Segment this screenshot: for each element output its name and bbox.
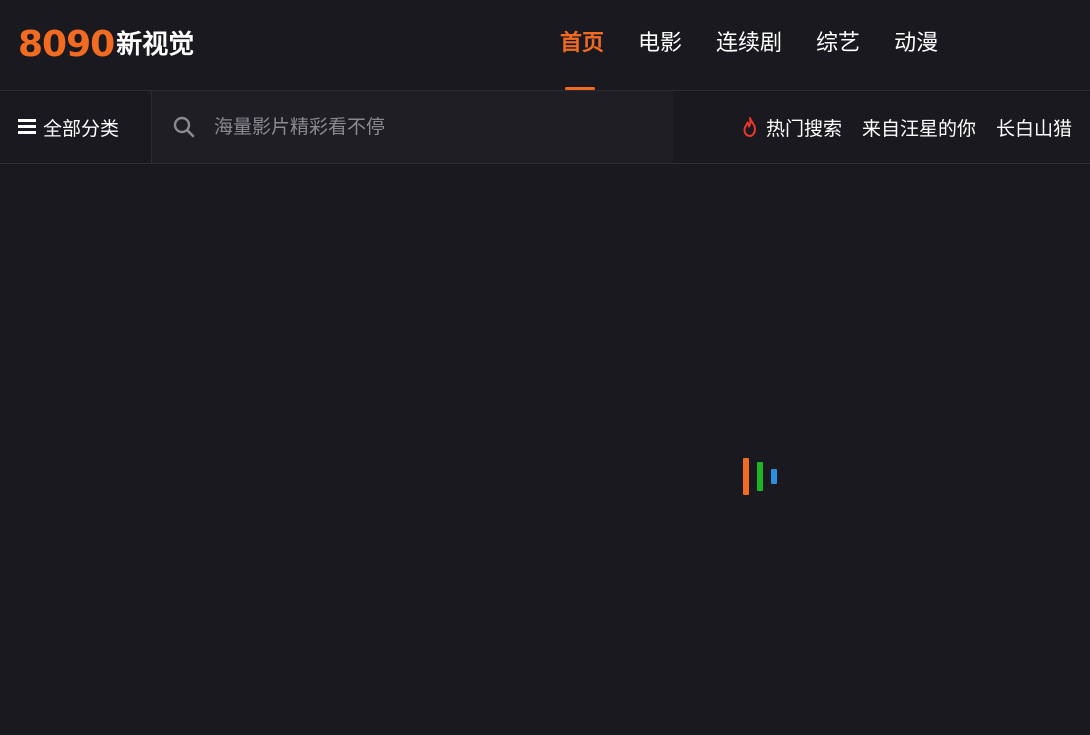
menu-icon <box>18 119 36 135</box>
nav-item-home[interactable]: 首页 <box>560 0 604 90</box>
nav-item-variety[interactable]: 综艺 <box>816 0 860 90</box>
hot-searches: 热门搜索 来自汪星的你 长白山猎 <box>740 91 1090 163</box>
all-categories-button[interactable]: 全部分类 <box>0 91 152 163</box>
nav-item-movies[interactable]: 电影 <box>638 0 682 90</box>
nav-item-anime[interactable]: 动漫 <box>894 0 938 90</box>
hot-search-term[interactable]: 来自汪星的你 <box>862 114 976 141</box>
search-box <box>152 91 673 163</box>
hot-search-title: 热门搜索 <box>766 117 843 140</box>
loader-bar-1 <box>743 458 749 495</box>
all-categories-label: 全部分类 <box>43 117 120 140</box>
hot-search-term[interactable]: 长白山猎 <box>996 114 1072 141</box>
hot-search-label: 热门搜索 <box>740 114 842 141</box>
loader-bar-3 <box>771 469 777 484</box>
fire-icon <box>743 117 756 137</box>
search-input[interactable] <box>212 106 576 148</box>
search-icon[interactable] <box>172 115 196 139</box>
nav-item-series[interactable]: 连续剧 <box>716 0 782 90</box>
search-bar-row: 全部分类 热门搜索 来自汪星的你 长白山猎 <box>0 90 1090 164</box>
top-header: 8090 新视觉 首页 电影 连续剧 综艺 动漫 <box>0 0 1090 90</box>
loading-indicator <box>743 458 783 498</box>
loader-bar-2 <box>757 462 763 491</box>
logo-number: 8090 <box>18 24 115 65</box>
site-logo[interactable]: 8090 新视觉 <box>18 24 194 66</box>
main-nav: 首页 电影 连续剧 综艺 动漫 <box>560 0 972 90</box>
logo-text: 新视觉 <box>116 30 195 60</box>
